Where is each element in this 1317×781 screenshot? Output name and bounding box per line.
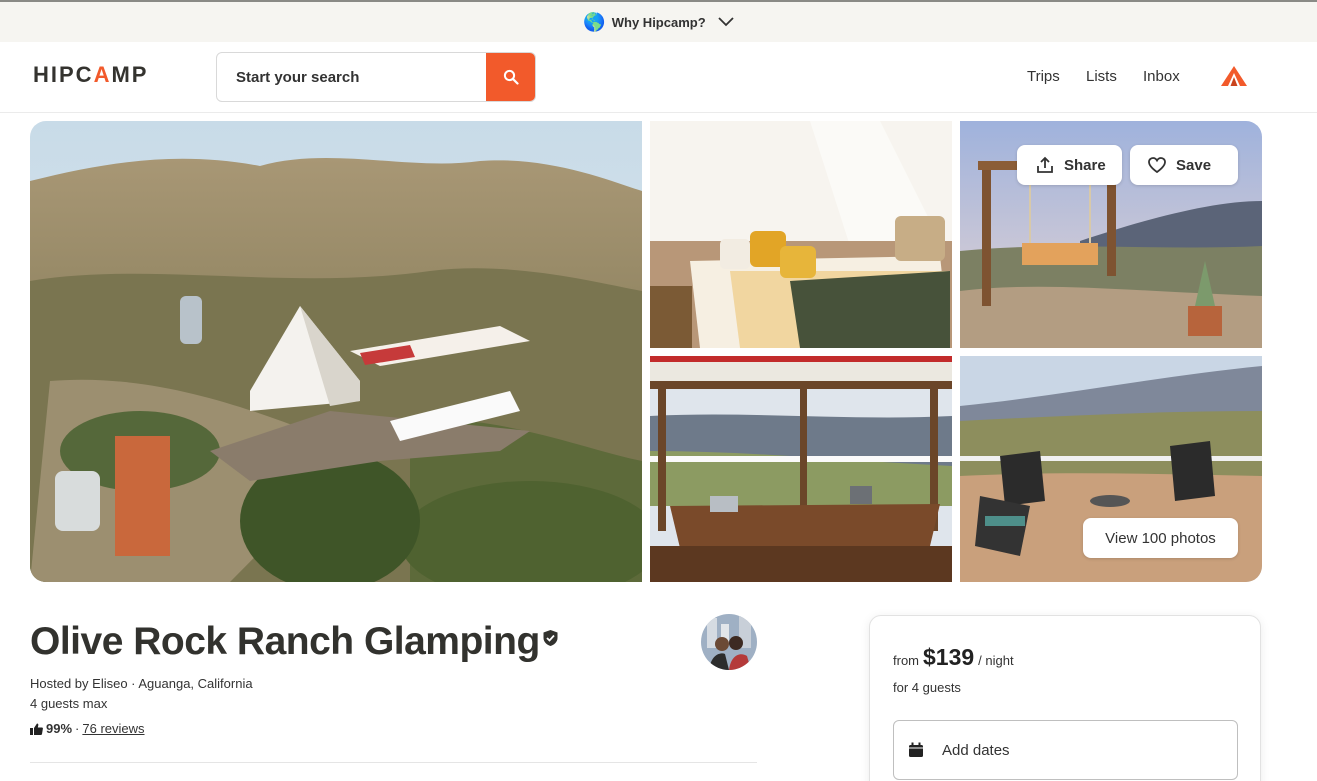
- account-menu-icon[interactable]: [1220, 64, 1248, 88]
- photo-gallery: [30, 121, 1262, 582]
- nav-trips-link[interactable]: Trips: [1027, 68, 1060, 85]
- hipcamp-logo[interactable]: HIPCAMP: [33, 62, 148, 88]
- search-input[interactable]: [217, 53, 486, 101]
- add-dates-field[interactable]: Add dates: [893, 720, 1238, 780]
- share-button[interactable]: Share: [1017, 145, 1122, 185]
- thumbs-up-icon: [30, 723, 43, 735]
- picnic-table-photo[interactable]: [650, 356, 952, 582]
- booking-card: from $139 / night for 4 guests Add dates: [869, 615, 1261, 781]
- price-from-label: from: [893, 653, 919, 668]
- search-bar: [216, 52, 536, 102]
- price-row: from $139 / night: [893, 644, 1014, 671]
- calendar-icon: [909, 742, 923, 757]
- why-hipcamp-banner[interactable]: 🌎 Why Hipcamp?: [0, 2, 1317, 42]
- share-icon: [1037, 156, 1053, 173]
- guests-max: 4 guests max: [30, 696, 108, 711]
- section-divider: [30, 762, 757, 763]
- price-amount: $139: [923, 644, 975, 670]
- share-label: Share: [1064, 156, 1106, 174]
- add-dates-label: Add dates: [942, 741, 1010, 759]
- verified-badge-icon: [543, 630, 558, 646]
- host-avatar[interactable]: [701, 614, 757, 670]
- search-icon: [503, 69, 519, 85]
- rating-percent: 99%: [46, 721, 73, 736]
- rating-row: 99% · 76 reviews: [30, 721, 145, 736]
- save-button[interactable]: Save: [1130, 145, 1238, 185]
- listing-title: Olive Rock Ranch Glamping: [30, 620, 540, 663]
- rating-separator: ·: [75, 721, 80, 736]
- save-label: Save: [1176, 156, 1212, 174]
- search-button[interactable]: [486, 53, 535, 101]
- navbar: HIPCAMP Trips Lists Inbox: [0, 42, 1317, 113]
- main-photo[interactable]: [30, 121, 642, 582]
- globe-icon: 🌎: [583, 12, 606, 32]
- view-all-photos-button[interactable]: View 100 photos: [1083, 518, 1238, 558]
- host-location: Hosted by Eliseo · Aguanga, California: [30, 676, 253, 691]
- chevron-down-icon: [718, 17, 734, 27]
- heart-icon: [1148, 157, 1166, 173]
- price-per-night: / night: [978, 653, 1014, 668]
- nav-inbox-link[interactable]: Inbox: [1143, 68, 1180, 85]
- tent-interior-photo[interactable]: [650, 121, 952, 348]
- nav-lists-link[interactable]: Lists: [1086, 68, 1117, 85]
- banner-label: Why Hipcamp?: [611, 14, 706, 30]
- price-guests-note: for 4 guests: [893, 680, 961, 695]
- reviews-link[interactable]: 76 reviews: [82, 721, 144, 736]
